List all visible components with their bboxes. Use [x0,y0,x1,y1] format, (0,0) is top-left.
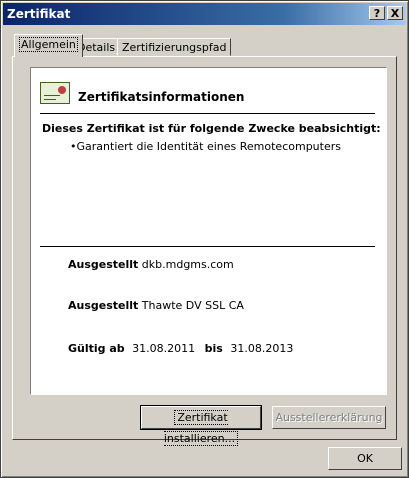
tab-allgemein[interactable]: Allgemein [14,34,83,57]
certificate-icon [40,82,70,104]
window-title: Zertifikat [7,7,71,21]
title-bar[interactable]: Zertifikat ? X [3,3,406,25]
valid-to-label: bis [204,342,223,355]
validity-row: Gültig ab 31.08.2011 bis 31.08.2013 [68,342,293,355]
tab-label: Zertifizierungspfad [122,41,227,54]
divider [40,113,375,114]
valid-to-value: 31.08.2013 [230,342,294,355]
divider [40,246,375,247]
help-button[interactable]: ? [369,6,385,20]
valid-from-value: 31.08.2011 [132,342,196,355]
install-certificate-button[interactable]: Zertifikat installieren... [140,405,262,446]
issued-to-row: Ausgestellt dkb.mdgms.com [68,258,234,271]
purpose-item: •Garantiert die Identität eines Remoteco… [70,140,341,153]
tab-label: Allgemein [19,37,78,52]
issued-by-value: Thawte DV SSL CA [141,299,244,312]
tab-zertifizierungspfad[interactable]: Zertifizierungspfad [117,38,232,56]
issued-to-label: Ausgestellt [68,258,139,271]
valid-from-label: Gültig ab [68,342,125,355]
issued-by-row: Ausgestellt Thawte DV SSL CA [68,299,244,312]
issued-by-label: Ausgestellt [68,299,139,312]
close-button[interactable]: X [387,6,403,20]
issued-to-value: dkb.mdgms.com [141,258,234,271]
purpose-title: Dieses Zertifikat ist für folgende Zweck… [42,122,381,135]
info-heading: Zertifikatsinformationen [78,90,245,104]
issuer-statement-button[interactable]: Ausstellererklärung [272,406,386,429]
ok-button[interactable]: OK [328,447,402,470]
